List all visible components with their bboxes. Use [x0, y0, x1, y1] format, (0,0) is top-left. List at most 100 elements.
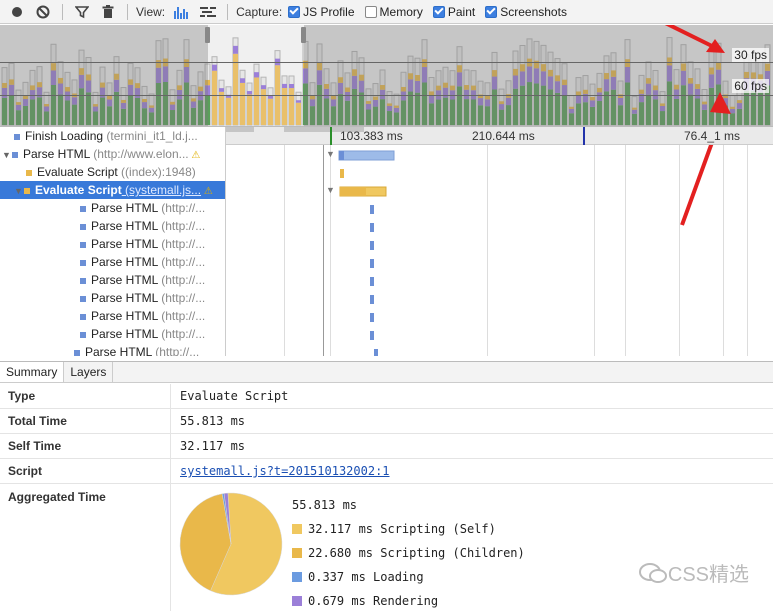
- tree-row[interactable]: Parse HTML (http://...: [0, 307, 225, 325]
- event-location: (http://...: [157, 327, 206, 341]
- event-tree: Finish Loading (termini_it1_ld.j... ▼ Pars…: [0, 127, 226, 356]
- type-value: Evaluate Script: [180, 389, 289, 403]
- event-name: Parse HTML: [23, 147, 90, 161]
- event-name: Parse HTML: [91, 309, 158, 323]
- event-name: Parse HTML: [85, 345, 152, 356]
- wechat-icon: [638, 562, 667, 583]
- load-event-marker: [583, 127, 585, 145]
- event-location: ((index):1948): [117, 165, 196, 179]
- capture-label: Capture:: [236, 4, 283, 19]
- toolbar-separator: [227, 3, 229, 20]
- filter-button[interactable]: [71, 1, 93, 23]
- ruler-tick: 76.4_1 ms: [684, 129, 741, 143]
- timeline-overview[interactable]: 30 fps 60 fps: [0, 25, 773, 127]
- expand-toggle-icon[interactable]: ▼: [2, 146, 12, 163]
- paint-checkbox[interactable]: Paint: [432, 4, 476, 19]
- category-color-icon: [26, 169, 32, 176]
- watermark: CSS精选: [638, 558, 749, 587]
- expand-toggle-icon[interactable]: ▼: [14, 182, 24, 199]
- category-color-icon: [12, 151, 18, 158]
- trash-icon: [102, 4, 114, 18]
- legend-text: 0.679 ms Rendering: [308, 594, 439, 608]
- type-label: Type: [8, 389, 36, 403]
- watermark-text: CSS精选: [667, 564, 749, 586]
- event-location: (http://...: [157, 273, 206, 287]
- screenshots-checkbox[interactable]: Screenshots: [485, 5, 567, 19]
- js-profile-label: JS Profile: [303, 4, 355, 19]
- aggregated-total: 55.813 ms: [292, 498, 358, 512]
- event-location: (http://...: [157, 237, 206, 251]
- event-name: Parse HTML: [91, 237, 158, 251]
- tree-row[interactable]: Parse HTML (http://...: [0, 271, 225, 289]
- annotation-arrow: [680, 145, 714, 226]
- category-color-icon: [80, 295, 86, 302]
- flame-chart-view-button[interactable]: [171, 1, 193, 23]
- total-time-row: Total Time 55.813 ms: [0, 409, 773, 434]
- event-location: (http://...: [157, 201, 206, 215]
- memory-checkbox[interactable]: Memory: [364, 4, 423, 19]
- event-location: (http://...: [157, 309, 206, 323]
- total-time-label: Total Time: [8, 414, 67, 428]
- checkbox-box[interactable]: [485, 5, 498, 18]
- event-location[interactable]: (systemall.js...: [122, 183, 201, 197]
- event-location: (http://www.elon...: [89, 147, 189, 161]
- category-color-icon: [80, 313, 86, 320]
- tree-row[interactable]: ▼ Evaluate Script (systemall.js... ⚠: [0, 181, 225, 199]
- details-tabs: Summary Layers: [0, 361, 773, 383]
- tree-row[interactable]: Parse HTML (http://...: [0, 343, 225, 356]
- record-button[interactable]: [6, 1, 28, 23]
- legend-text: 0.337 ms Loading: [308, 570, 424, 584]
- js-profile-checkbox[interactable]: JS Profile: [288, 4, 355, 19]
- warning-icon: ⚠: [188, 150, 201, 161]
- type-row: Type Evaluate Script: [0, 384, 773, 409]
- bar-chart-icon: [174, 6, 189, 19]
- tree-row[interactable]: Parse HTML (http://...: [0, 235, 225, 253]
- category-color-icon: [14, 133, 20, 140]
- event-name: Parse HTML: [91, 219, 158, 233]
- category-color-icon: [80, 259, 86, 266]
- event-name: Evaluate Script: [37, 165, 118, 179]
- tree-row[interactable]: Parse HTML (http://...: [0, 253, 225, 271]
- aggregated-time-pie: [179, 492, 283, 596]
- tree-row[interactable]: Parse HTML (http://...: [0, 325, 225, 343]
- checkbox-box[interactable]: [364, 5, 377, 18]
- checkbox-box[interactable]: [288, 5, 301, 18]
- toolbar-separator: [62, 3, 63, 20]
- script-label: Script: [8, 464, 43, 478]
- annotation-arrow: [664, 25, 725, 53]
- waterfall-icon: [200, 6, 217, 17]
- script-link[interactable]: systemall.js?t=201510132002:1: [180, 464, 390, 478]
- clear-button[interactable]: [32, 1, 54, 23]
- tree-row[interactable]: Evaluate Script ((index):1948): [0, 163, 225, 181]
- legend-swatch: [292, 596, 302, 606]
- checkbox-box[interactable]: [432, 5, 445, 18]
- self-time-label: Self Time: [8, 439, 62, 453]
- toolbar: View: Capture: JS Profile Memory Paint S…: [0, 0, 773, 24]
- legend-swatch: [292, 524, 302, 534]
- view-label: View:: [136, 4, 166, 19]
- event-location: (http://...: [157, 255, 206, 269]
- tree-row[interactable]: ▼ Parse HTML (http://www.elon... ⚠: [0, 145, 225, 163]
- tree-row[interactable]: Parse HTML (http://...: [0, 199, 225, 217]
- garbage-collect-button[interactable]: [97, 1, 119, 23]
- event-name: Finish Loading: [25, 129, 104, 143]
- tree-row[interactable]: Finish Loading (termini_it1_ld.j...: [0, 127, 225, 145]
- record-icon: [12, 6, 22, 17]
- clear-icon: [36, 5, 50, 18]
- paint-label: Paint: [447, 4, 476, 19]
- tree-row[interactable]: Parse HTML (http://...: [0, 217, 225, 235]
- memory-label: Memory: [379, 4, 423, 19]
- timeline-flamechart[interactable]: ▼ ▼: [227, 145, 773, 356]
- category-color-icon: [80, 223, 86, 230]
- filter-icon: [75, 5, 89, 18]
- tree-row[interactable]: Parse HTML (http://...: [0, 289, 225, 307]
- dom-content-loaded-marker: [330, 127, 332, 145]
- legend-swatch: [292, 572, 302, 582]
- legend-swatch: [292, 548, 302, 558]
- event-location: (termini_it1_ld.j...: [103, 129, 198, 143]
- waterfall-view-button[interactable]: [197, 1, 219, 23]
- tab-layers[interactable]: Layers: [64, 362, 114, 382]
- legend-item: 32.117 ms Scripting (Self): [292, 522, 496, 536]
- category-color-icon: [80, 331, 86, 338]
- tab-summary[interactable]: Summary: [0, 362, 65, 382]
